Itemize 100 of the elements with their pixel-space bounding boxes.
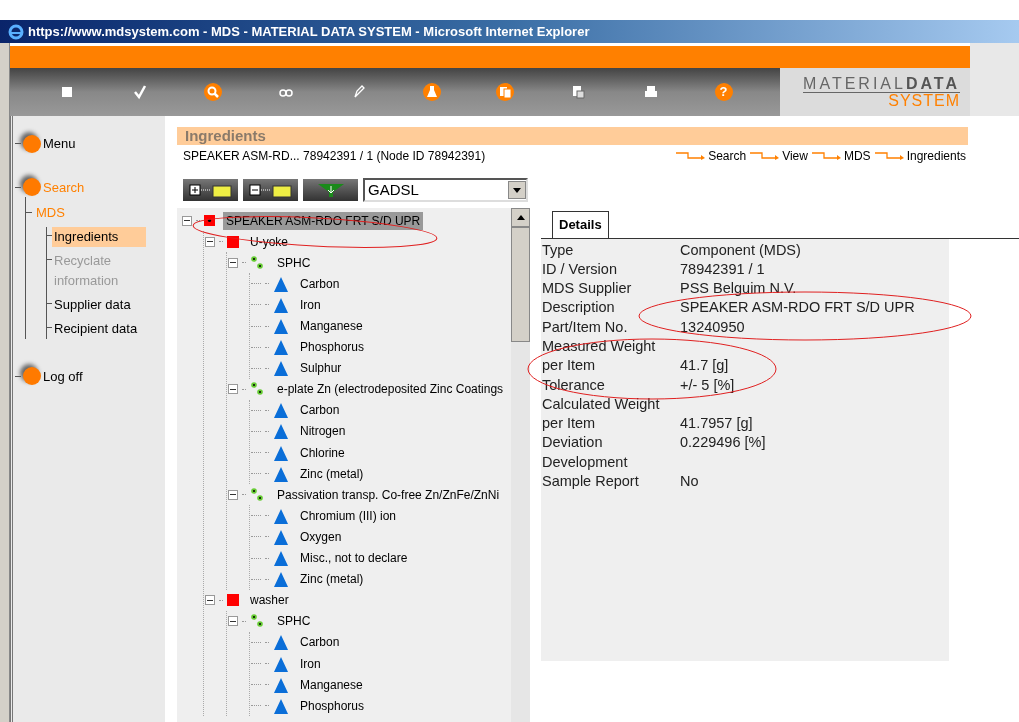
tree-item[interactable]: e-plate Zn (electrodeposited Zinc Coatings [274,380,507,399]
tree-item[interactable]: Manganese [297,675,366,694]
substance-icon [273,318,289,334]
field-value: SPEAKER ASM-RDO FRT S/D UPR [680,298,915,318]
sidebar-item[interactable]: Menu [43,134,76,154]
arrow-icon [676,152,707,160]
substance-icon [273,296,289,313]
field-label: Description [542,298,616,318]
logo: MATERIAL DATA SYSTEM [780,68,970,116]
tree-item[interactable]: Phosphorus [297,338,368,357]
field-label: Development [542,452,629,472]
tree-item[interactable]: Passivation transp. Co-free Zn/ZnFe/ZnNi [274,485,503,504]
scrollbar-thumb[interactable] [511,227,530,342]
substance-icon [273,507,289,524]
substance-icon [273,634,289,651]
field-value: 41.7 [g] [680,356,729,376]
substance-icon [273,444,289,461]
search-icon[interactable] [203,83,222,101]
expand-all-button[interactable] [183,179,238,201]
page-heading: Ingredients [177,127,968,145]
breadcrumb-link[interactable]: Ingredients [906,147,966,165]
tree-item[interactable]: Carbon [297,633,343,652]
tree-item[interactable]: Iron [297,295,324,314]
field-label: ID / Version [542,259,618,279]
field-value: 0.229496 [%] [680,433,766,453]
breadcrumb-link[interactable]: Search [708,147,747,165]
flask-icon[interactable] [422,83,441,101]
tree-item[interactable]: Chromium (III) ion [297,506,400,525]
field-value: 41.7957 [g] [680,414,753,434]
field-label: Type [542,240,575,260]
filter-button[interactable] [303,179,358,201]
material-icon [250,254,266,271]
field-value: 78942391 / 1 [680,259,765,279]
sidebar-item[interactable]: Recipient data [52,318,146,339]
field-label: Deviation [542,433,604,453]
field-value: +/- 5 [%] [680,375,735,395]
field-value: Component (MDS) [680,240,801,260]
record-subtitle: SPEAKER ASM-RD... 78942391 / 1 (Node ID 78942391) [182,148,486,165]
tree-item[interactable]: Carbon [297,274,343,293]
tree-item[interactable]: Phosphorus [297,696,368,715]
tree-item[interactable]: SPHC [274,253,314,272]
part-icon [227,594,239,607]
substance-icon [273,550,289,567]
substance-icon [273,676,289,693]
collapse-toggle[interactable] [228,616,238,627]
field-label: Tolerance [542,375,606,395]
sidebar-item[interactable]: Ingredients [52,226,146,247]
substance-icon [273,275,289,292]
tree-item[interactable]: washer [247,591,292,610]
tree-item[interactable]: Zinc (metal) [297,464,367,483]
collapse-toggle[interactable] [228,257,238,268]
assembly-icon [204,215,215,227]
field-value: 13240950 [680,317,745,337]
material-icon [250,381,266,398]
tree-item[interactable]: Manganese [297,317,366,335]
sidebar-item[interactable]: Log off [43,366,83,386]
expand-folder-icon [188,182,233,198]
collapse-all-button[interactable] [243,179,298,201]
tree-item[interactable]: Chlorine [297,443,348,462]
arrow-icon [750,152,781,160]
collapse-toggle[interactable] [205,236,215,247]
field-label: Sample Report [542,472,640,492]
tree-item[interactable]: Sulphur [297,359,345,378]
arrow-icon [811,152,842,160]
tree-item[interactable]: Misc., not to declare [297,549,411,568]
tree-item[interactable]: Nitrogen [297,422,349,441]
collapse-toggle[interactable] [182,215,192,226]
collapse-toggle[interactable] [228,489,238,500]
field-value: No [680,472,699,492]
tree-item[interactable]: Zinc (metal) [297,570,367,589]
substance-icon [273,402,289,419]
sidebar-item[interactable]: Supplier data [52,294,146,315]
collapse-toggle[interactable] [205,595,215,606]
substance-icon [273,465,289,482]
tree-item[interactable]: Carbon [297,401,343,420]
scroll-up-icon [516,215,525,220]
substance-icon [273,571,289,588]
substance-icon [273,360,289,377]
collapse-toggle[interactable] [228,384,238,395]
field-label: per Item [542,356,597,376]
substance-icon [273,528,289,545]
substance-icon [273,697,289,714]
browser-icon [8,23,24,40]
documents-icon[interactable] [495,83,514,101]
caret-icon [513,187,521,193]
field-label: per Item [542,414,597,434]
breadcrumb-link[interactable]: View [782,147,808,165]
sidebar-item: Recyclate information [53,251,120,290]
details-tab[interactable]: Details [552,211,609,238]
material-icon [250,613,266,630]
scrollbar[interactable] [511,208,530,722]
material-icon [250,486,266,503]
tree-item[interactable]: Oxygen [297,527,345,546]
tree-item[interactable]: SPHC [274,612,314,631]
substance-icon [273,655,289,672]
tree-item[interactable]: Iron [297,654,324,673]
field-label: Calculated Weight [542,394,661,414]
breadcrumb-link[interactable]: MDS [843,147,871,165]
field-label: MDS Supplier [542,279,633,299]
filter-dropdown[interactable]: GADSL [363,178,528,202]
